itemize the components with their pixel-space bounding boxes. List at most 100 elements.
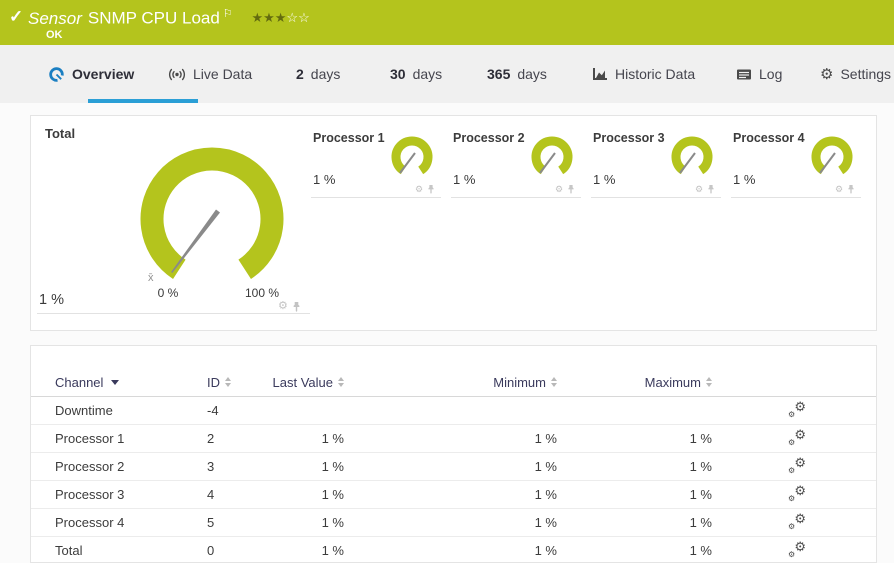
column-header-id-label: ID	[207, 375, 220, 390]
gauge-actions: ⚙	[415, 184, 435, 194]
gauge-value: 1 %	[313, 172, 335, 187]
channel-minimum: 1 %	[535, 459, 557, 474]
channel-name: Processor 3	[55, 487, 124, 502]
table-header-row: Channel ID Last Value Minimum Maximum	[31, 368, 876, 397]
gauge-cell-processor-2: Processor 2 1 % ⚙	[451, 126, 591, 206]
table-row: Processor 1 2 1 % 1 % 1 % ⚙⚙	[31, 425, 876, 453]
gauge-cell-processor-1: Processor 1 1 % ⚙	[311, 126, 451, 206]
tab-30-days[interactable]: 30 days	[390, 45, 442, 103]
channel-name: Processor 2	[55, 459, 124, 474]
channel-last-value: 1 %	[322, 431, 344, 446]
table-row: Processor 3 4 1 % 1 % 1 % ⚙⚙	[31, 481, 876, 509]
divider	[451, 197, 581, 198]
column-header-id[interactable]: ID	[201, 375, 261, 390]
tab-2-days-label: days	[311, 66, 341, 82]
sensor-title: SensorSNMP CPU Load⚐ ★★★☆☆	[28, 7, 310, 29]
total-gauge-value: 1 %	[39, 292, 64, 308]
pin-icon[interactable]	[847, 184, 855, 194]
channel-minimum: 1 %	[535, 543, 557, 558]
tab-overview[interactable]: Overview	[48, 45, 134, 103]
sort-desc-icon	[111, 380, 119, 385]
channel-last-value: 1 %	[322, 487, 344, 502]
sort-icon[interactable]	[706, 377, 712, 387]
flag-icon[interactable]: ⚐	[223, 8, 233, 20]
gear-icon[interactable]: ⚙	[278, 301, 288, 312]
channel-settings-icon[interactable]: ⚙⚙	[788, 543, 806, 558]
pin-icon[interactable]	[292, 301, 301, 312]
tab-historic-data[interactable]: Historic Data	[592, 45, 695, 103]
processor-1-gauge	[381, 130, 445, 188]
gauge-min-label: 0 %	[146, 286, 190, 300]
column-header-minimum-label: Minimum	[493, 375, 546, 390]
tab-log[interactable]: Log	[736, 45, 782, 103]
channel-id: 2	[207, 431, 214, 446]
sort-icon[interactable]	[338, 377, 344, 387]
gauge-needle	[680, 153, 695, 173]
tab-365-days[interactable]: 365 days	[487, 45, 547, 103]
pin-icon[interactable]	[707, 184, 715, 194]
gauge-icon	[48, 66, 65, 83]
processor-2-gauge	[521, 130, 585, 188]
table-row: Total 0 1 % 1 % 1 % ⚙⚙	[31, 537, 876, 563]
channel-name: Processor 1	[55, 431, 124, 446]
processor-4-gauge	[801, 130, 865, 188]
gauge-value: 1 %	[733, 172, 755, 187]
log-icon	[736, 68, 752, 81]
tab-live-data[interactable]: Live Data	[168, 45, 252, 103]
gauge-actions: ⚙	[835, 184, 855, 194]
channel-id: 0	[207, 543, 214, 558]
divider	[311, 197, 441, 198]
priority-stars[interactable]: ★★★☆☆	[251, 10, 309, 25]
channel-maximum: 1 %	[690, 459, 712, 474]
channel-last-value: 1 %	[322, 459, 344, 474]
tab-historic-data-label: Historic Data	[615, 66, 695, 82]
column-header-last-value[interactable]: Last Value	[261, 375, 348, 390]
divider	[591, 197, 721, 198]
processor-3-gauge	[661, 130, 725, 188]
tab-settings[interactable]: ⚙ Settings	[820, 45, 891, 103]
channel-settings-icon[interactable]: ⚙⚙	[788, 487, 806, 502]
gear-icon[interactable]: ⚙	[835, 185, 843, 194]
gauges-panel: Total x̄ 0 % 100 % 1 % ⚙ Processor 1 1 %…	[30, 115, 877, 331]
tab-30-days-label: days	[413, 66, 443, 82]
gauge-title: Processor 4	[733, 131, 805, 145]
channel-minimum: 1 %	[535, 487, 557, 502]
channels-table-panel: Channel ID Last Value Minimum Maximum	[30, 345, 877, 563]
tab-30-days-number: 30	[390, 66, 406, 82]
divider	[37, 313, 310, 314]
settings-gear-icon: ⚙	[820, 67, 833, 82]
pin-icon[interactable]	[567, 184, 575, 194]
gauge-max-label: 100 %	[240, 286, 284, 300]
tab-2-days[interactable]: 2 days	[296, 45, 340, 103]
channel-maximum: 1 %	[690, 543, 712, 558]
pin-icon[interactable]	[427, 184, 435, 194]
column-header-channel[interactable]: Channel	[31, 375, 201, 390]
channel-settings-icon[interactable]: ⚙⚙	[788, 515, 806, 530]
page-title: SNMP CPU Load	[88, 9, 220, 28]
channel-maximum: 1 %	[690, 431, 712, 446]
gear-icon[interactable]: ⚙	[695, 185, 703, 194]
tab-bar: Overview Live Data 2 days 30 days 365 da…	[0, 45, 894, 103]
column-header-minimum[interactable]: Minimum	[348, 375, 557, 390]
gear-icon[interactable]: ⚙	[415, 185, 423, 194]
stars-filled[interactable]: ★★★	[251, 10, 286, 25]
sensor-header-bar: ✓ SensorSNMP CPU Load⚐ ★★★☆☆ OK	[0, 0, 894, 45]
total-gauge-actions: ⚙	[278, 301, 301, 312]
channel-settings-icon[interactable]: ⚙⚙	[788, 403, 806, 418]
channel-settings-icon[interactable]: ⚙⚙	[788, 431, 806, 446]
gauge-needle	[540, 153, 555, 173]
column-header-maximum[interactable]: Maximum	[557, 375, 712, 390]
gear-icon[interactable]: ⚙	[555, 185, 563, 194]
tab-365-days-number: 365	[487, 66, 510, 82]
tab-365-days-label: days	[517, 66, 547, 82]
gauge-title: Processor 2	[453, 131, 525, 145]
column-header-last-value-label: Last Value	[273, 375, 333, 390]
channels-table: Channel ID Last Value Minimum Maximum	[31, 368, 876, 563]
gauge-average-marker: x̄	[148, 272, 154, 284]
tab-log-label: Log	[759, 66, 782, 82]
channel-settings-icon[interactable]: ⚙⚙	[788, 459, 806, 474]
total-gauge	[131, 136, 301, 296]
stars-empty[interactable]: ☆☆	[286, 10, 309, 25]
channel-name: Total	[55, 543, 82, 558]
sort-icon[interactable]	[225, 377, 231, 387]
